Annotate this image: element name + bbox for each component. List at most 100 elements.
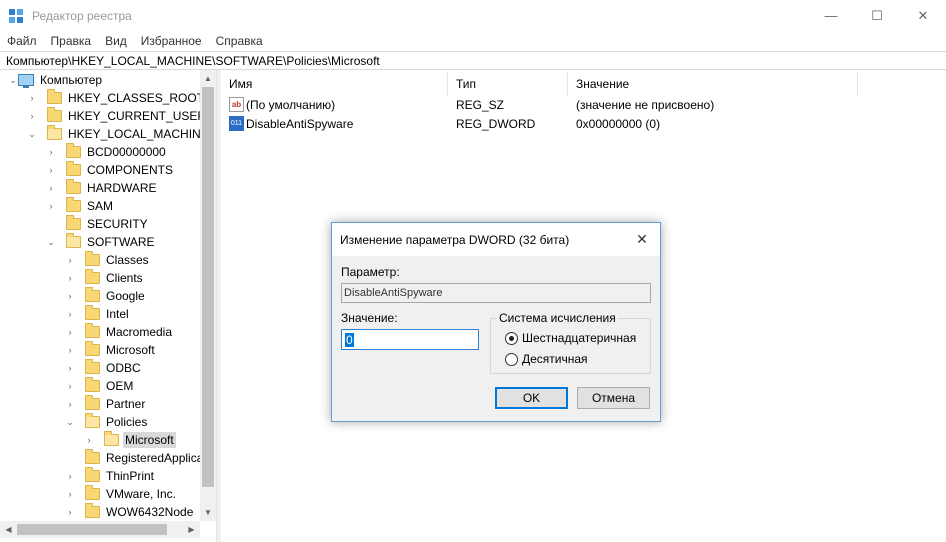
menu-help[interactable]: Справка [209,31,270,51]
chevron-right-icon[interactable]: › [65,503,75,521]
menu-bar: Файл Правка Вид Избранное Справка [0,31,946,51]
folder-icon [85,485,100,500]
chevron-down-icon[interactable]: ⌄ [46,233,56,251]
value-name: DisableAntiSpyware [246,117,354,131]
chevron-down-icon[interactable]: ⌄ [8,71,18,89]
chevron-right-icon[interactable]: › [65,269,75,287]
chevron-right-icon[interactable]: › [27,107,37,125]
menu-file[interactable]: Файл [0,31,44,51]
tree-item-label: SECURITY [87,217,148,231]
tree-item-security[interactable]: SECURITY [46,215,216,233]
folder-icon [66,161,81,176]
close-button[interactable]: ✕ [900,0,946,31]
value-input-text: 0 [345,333,354,347]
tree-item-microsoft[interactable]: › Microsoft [65,341,216,359]
chevron-right-icon[interactable]: › [65,323,75,341]
radio-checked-icon[interactable] [505,331,518,345]
chevron-down-icon[interactable]: ⌄ [27,125,37,143]
base-groupbox: Система исчисления Шестнадцатеричная Дес… [490,311,651,374]
chevron-right-icon[interactable]: › [27,89,37,107]
tree-horizontal-scrollbar[interactable]: ◀ ▶ [0,521,200,538]
tree-item-partner[interactable]: › Partner [65,395,216,413]
tree-vertical-scrollbar[interactable]: ▲ ▼ [200,70,216,521]
tree-item-registeredapplications[interactable]: RegisteredApplica [65,449,216,467]
chevron-right-icon[interactable]: › [65,287,75,305]
menu-view[interactable]: Вид [98,31,134,51]
column-header-type[interactable]: Тип [448,72,568,96]
tree-item-google[interactable]: › Google [65,287,216,305]
chevron-right-icon[interactable]: › [65,359,75,377]
folder-open-icon [104,431,119,446]
chevron-right-icon[interactable]: › [65,467,75,485]
tree-pane[interactable]: ⌄ Компьютер › HKEY_CLASSES_ROOT › HKEY_C… [0,70,216,542]
list-row[interactable]: ab (По умолчанию) REG_SZ (значение не пр… [221,96,946,115]
cancel-button[interactable]: Отмена [577,387,650,409]
tree-item-policies[interactable]: ⌄ Policies [65,413,216,431]
chevron-right-icon[interactable]: › [65,341,75,359]
chevron-right-icon[interactable]: › [65,377,75,395]
list-header: Имя Тип Значение [221,72,946,96]
tree-item-computer[interactable]: ⌄ Компьютер [8,71,208,89]
tree-item-components[interactable]: › COMPONENTS [46,161,216,179]
tree-item-clients[interactable]: › Clients [65,269,216,287]
computer-icon [18,74,34,88]
chevron-right-icon[interactable]: › [65,485,75,503]
address-bar[interactable]: Компьютер\HKEY_LOCAL_MACHINE\SOFTWARE\Po… [0,51,946,70]
tree-item-thinprint[interactable]: › ThinPrint [65,467,216,485]
tree-item-label: HARDWARE [87,181,157,195]
scroll-left-icon[interactable]: ◀ [0,521,17,538]
chevron-right-icon[interactable]: › [65,395,75,413]
menu-edit[interactable]: Правка [44,31,99,51]
minimize-button[interactable]: — [808,0,854,31]
list-row[interactable]: 011 DisableAntiSpyware REG_DWORD 0x00000… [221,115,946,134]
tree-item-wow6432node[interactable]: › WOW6432Node [65,503,216,521]
column-header-name[interactable]: Имя [221,72,448,96]
value-type: REG_DWORD [456,117,536,131]
tree-item-hkcu[interactable]: › HKEY_CURRENT_USER [27,107,216,125]
menu-favorites[interactable]: Избранное [134,31,209,51]
tree-item-intel[interactable]: › Intel [65,305,216,323]
radio-hex[interactable]: Шестнадцатеричная [505,331,636,345]
maximize-button[interactable]: ☐ [854,0,900,31]
tree-item-label: RegisteredApplica [106,451,204,465]
chevron-down-icon[interactable]: ⌄ [65,413,75,431]
chevron-right-icon[interactable]: › [46,143,56,161]
scroll-right-icon[interactable]: ▶ [183,521,200,538]
registry-editor-icon [9,9,23,23]
tree-item-software[interactable]: ⌄ SOFTWARE [46,233,216,251]
chevron-right-icon[interactable]: › [84,431,94,449]
radio-dec[interactable]: Десятичная [505,352,588,366]
column-header-value[interactable]: Значение [568,72,858,96]
radio-unchecked-icon[interactable] [505,352,518,366]
tree-item-label: HKEY_CLASSES_ROOT [68,91,205,105]
scroll-up-icon[interactable]: ▲ [200,70,216,87]
chevron-right-icon[interactable]: › [46,179,56,197]
folder-icon [66,143,81,158]
tree-item-policies-microsoft[interactable]: › Microsoft [84,431,216,449]
tree-item-macromedia[interactable]: › Macromedia [65,323,216,341]
binary-value-icon: 011 [229,116,244,131]
tree-item-bcd[interactable]: › BCD00000000 [46,143,216,161]
tree-item-label: WOW6432Node [106,505,194,519]
tree-item-label: Microsoft [106,343,155,357]
tree-item-label: ThinPrint [106,469,155,483]
scroll-thumb[interactable] [202,87,214,487]
tree-item-oem[interactable]: › OEM [65,377,216,395]
tree-item-classes[interactable]: › Classes [65,251,216,269]
tree-item-sam[interactable]: › SAM [46,197,216,215]
chevron-right-icon[interactable]: › [65,305,75,323]
scroll-down-icon[interactable]: ▼ [200,504,216,521]
chevron-right-icon[interactable]: › [65,251,75,269]
chevron-right-icon[interactable]: › [46,161,56,179]
scroll-thumb[interactable] [17,524,167,535]
tree-item-hkcr[interactable]: › HKEY_CLASSES_ROOT [27,89,216,107]
folder-icon [47,107,62,122]
tree-item-odbc[interactable]: › ODBC [65,359,216,377]
tree-item-vmware[interactable]: › VMware, Inc. [65,485,216,503]
value-input[interactable]: 0 [341,329,479,350]
tree-item-hklm[interactable]: ⌄ HKEY_LOCAL_MACHINE [27,125,216,143]
chevron-right-icon[interactable]: › [46,197,56,215]
tree-item-hardware[interactable]: › HARDWARE [46,179,216,197]
dialog-close-button[interactable]: ✕ [632,229,652,249]
ok-button[interactable]: OK [495,387,568,409]
